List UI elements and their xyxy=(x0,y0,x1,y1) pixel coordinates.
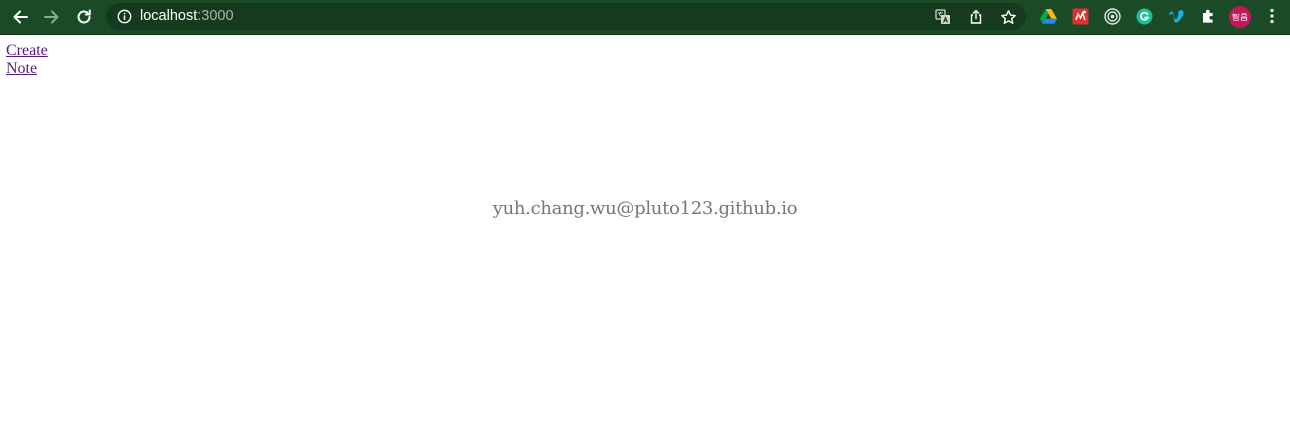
reload-icon[interactable] xyxy=(72,5,96,29)
more-menu-icon[interactable] xyxy=(1263,7,1281,25)
grammarly-icon[interactable] xyxy=(1135,7,1153,25)
vimeo-icon[interactable] xyxy=(1167,7,1185,25)
info-icon[interactable] xyxy=(117,9,132,24)
nav-links: Create Note xyxy=(6,42,48,78)
create-link[interactable]: Create xyxy=(6,42,48,60)
extensions-puzzle-icon[interactable] xyxy=(1199,7,1217,25)
footer-email: yuh.chang.wu@pluto123.github.io xyxy=(492,198,798,219)
page-content: Create Note yuh.chang.wu@pluto123.github… xyxy=(0,35,1290,430)
extension-red-icon[interactable] xyxy=(1071,7,1089,25)
translate-icon[interactable] xyxy=(934,8,952,26)
address-bar[interactable]: localhost:3000 xyxy=(106,3,1026,30)
note-link[interactable]: Note xyxy=(6,60,48,78)
browser-toolbar: localhost:3000 智昌 xyxy=(0,0,1290,35)
url-host: localhost xyxy=(140,8,198,24)
profile-avatar[interactable]: 智昌 xyxy=(1229,6,1251,28)
share-icon[interactable] xyxy=(967,8,985,26)
url-text[interactable]: localhost:3000 xyxy=(140,8,234,25)
bookmark-star-icon[interactable] xyxy=(999,8,1017,26)
back-icon[interactable] xyxy=(8,5,32,29)
google-drive-icon[interactable] xyxy=(1039,7,1057,25)
url-port: :3000 xyxy=(197,8,234,24)
forward-icon[interactable] xyxy=(40,5,64,29)
extension-target-icon[interactable] xyxy=(1103,7,1121,25)
avatar-text: 智昌 xyxy=(1232,12,1248,22)
